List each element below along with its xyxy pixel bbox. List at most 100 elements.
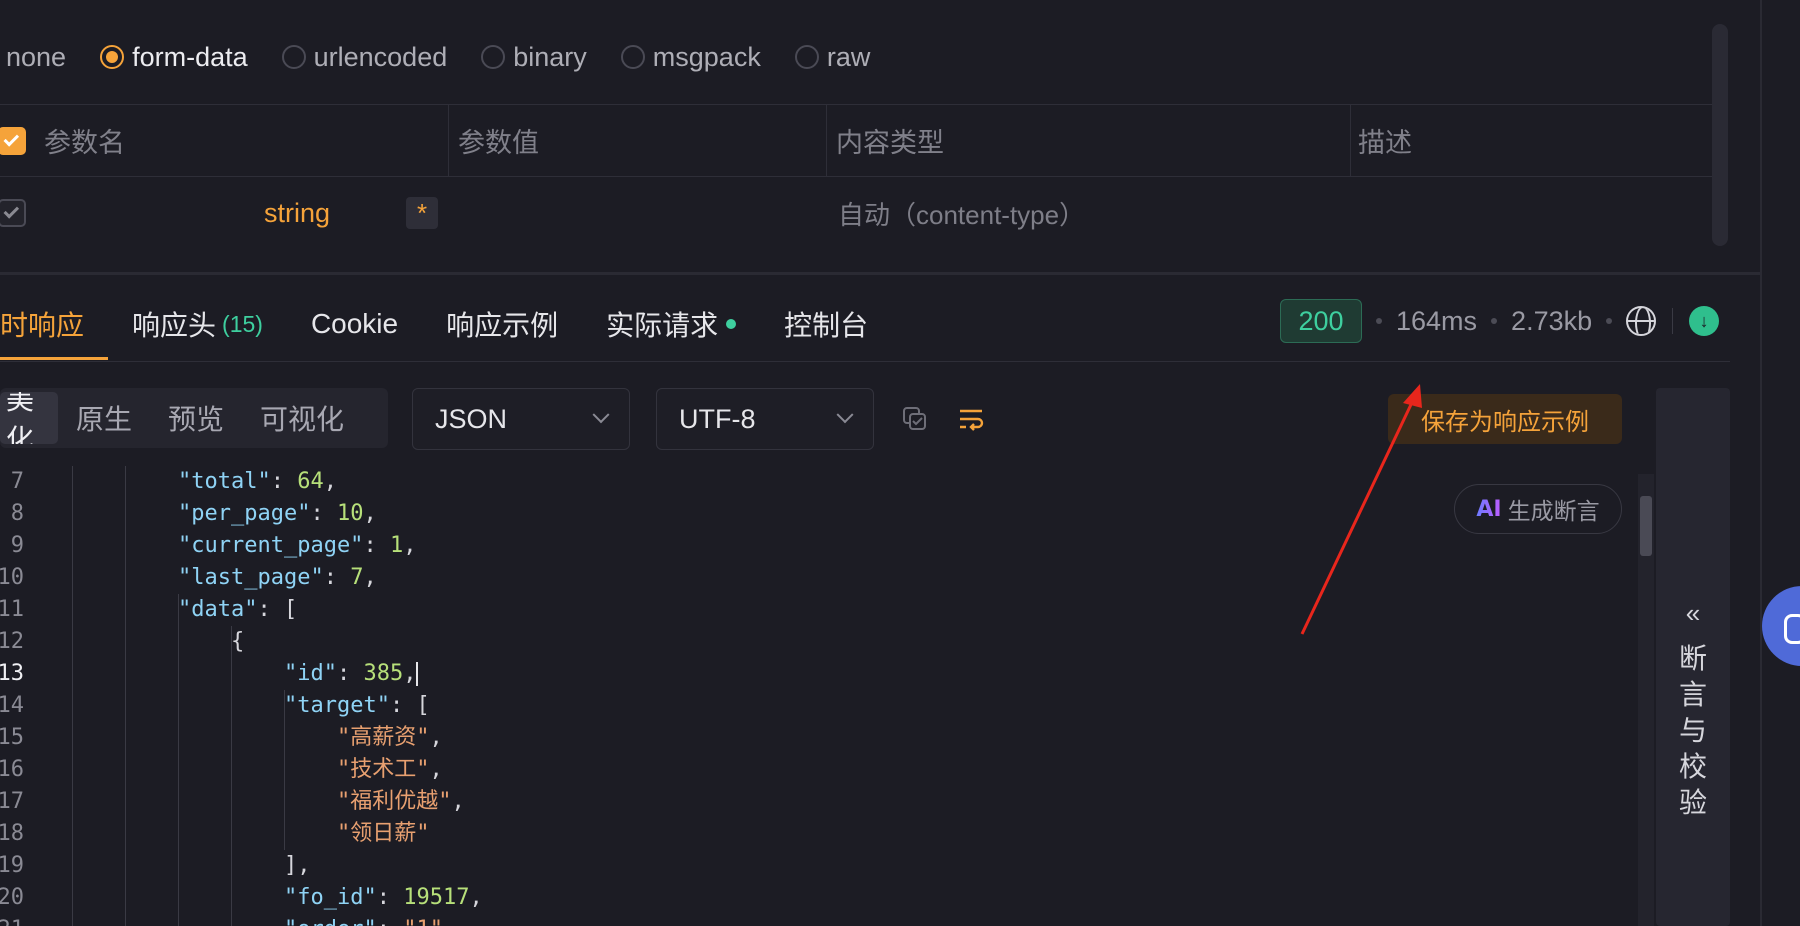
body-type-option-urlencoded[interactable]: urlencoded (281, 41, 448, 73)
format-select-value: JSON (435, 403, 508, 434)
line-number: 13 (0, 661, 24, 686)
line-number: 19 (0, 853, 24, 878)
download-icon[interactable]: ↓ (1689, 306, 1720, 336)
tab-1[interactable]: 响应头 (15) (108, 288, 287, 360)
radio-icon[interactable] (794, 45, 819, 69)
code-token: 385 (363, 661, 404, 686)
tab-5[interactable]: 控制台 (760, 288, 892, 360)
header-content-type: 内容类型 (836, 128, 944, 158)
assertion-label-char: 断 (1678, 643, 1707, 674)
collapse-icon: « (1685, 598, 1701, 628)
description-input[interactable] (1358, 183, 1698, 243)
code-line: 7 "total": 64, (0, 466, 1600, 498)
code-token: "高薪资" (337, 725, 430, 750)
radio-icon[interactable] (281, 45, 306, 69)
tab-3[interactable]: 响应示例 (422, 288, 582, 360)
body-type-label: raw (826, 41, 871, 72)
code-line: 8 "per_page": 10, (0, 498, 1600, 530)
code-text: "福利优越", (337, 786, 465, 818)
body-type-option-msgpack[interactable]: msgpack (620, 42, 761, 73)
tab-2[interactable]: Cookie (287, 288, 422, 360)
code-token: : (336, 661, 364, 686)
code-token: "total" (178, 469, 271, 494)
code-token: , (363, 501, 377, 526)
line-number: 21 (0, 914, 24, 926)
body-type-label: form-data (132, 41, 248, 72)
code-token: 1 (389, 533, 404, 558)
tab-label: Cookie (310, 308, 399, 339)
globe-icon[interactable] (1626, 306, 1657, 336)
body-type-option-binary[interactable]: binary (481, 42, 587, 73)
params-scrollbar[interactable] (1712, 24, 1728, 246)
code-token: "福利优越" (337, 789, 452, 814)
body-type-option-raw[interactable]: raw (794, 41, 871, 73)
encoding-select-value: UTF-8 (679, 403, 756, 434)
radio-icon[interactable] (100, 45, 125, 69)
view-mode-2[interactable]: 预览 (150, 392, 242, 444)
line-number: 11 (0, 597, 24, 622)
radio-icon[interactable] (620, 45, 645, 69)
code-token: , (469, 885, 483, 910)
response-body-code[interactable]: 7 "total": 64, 8 "per_page": 10, 9 "current_p… (0, 466, 1620, 926)
code-token: "领日薪" (337, 821, 430, 846)
tab-count-badge: (15) (222, 310, 263, 337)
content-type-input[interactable]: 自动（content-type） (838, 195, 1085, 232)
line-number: 9 (10, 533, 24, 558)
code-text: "total": 64, (178, 466, 337, 498)
code-token: , (429, 757, 443, 782)
code-text: "current_page": 1, (178, 530, 416, 562)
code-token: , (429, 725, 443, 750)
code-text: { (231, 626, 244, 658)
floating-assistant-button[interactable] (1762, 586, 1800, 666)
body-type-option-none[interactable]: none (6, 42, 66, 73)
assertion-panel-toggle[interactable]: « 断 言 与 校 验 (1656, 388, 1730, 926)
chevron-down-icon (836, 406, 854, 424)
code-token: , (403, 533, 417, 558)
view-mode-1[interactable]: 原生 (58, 392, 150, 444)
tab-0[interactable]: 时响应 (0, 288, 109, 360)
save-as-example-button[interactable]: 保存为响应示例 (1388, 394, 1622, 444)
panel-divider[interactable] (0, 272, 1762, 275)
body-type-option-form-data[interactable]: form-data (100, 42, 248, 73)
header-param-value: 参数值 (458, 128, 539, 158)
body-type-selector: none form-data urlencoded binary msgpack raw (0, 28, 904, 86)
encoding-select[interactable]: UTF-8 (656, 388, 874, 450)
view-mode-3[interactable]: 可视化 (242, 392, 362, 444)
code-token: , (363, 565, 377, 590)
select-all-checkbox[interactable] (0, 126, 26, 155)
code-token: ], (284, 853, 311, 878)
status-dot-icon (726, 319, 737, 329)
code-text: "技术工", (337, 754, 443, 786)
params-table-header: 参数名 参数值 内容类型 描述 (0, 105, 1712, 177)
code-token: : (377, 917, 404, 926)
response-time: 164ms (1396, 305, 1478, 336)
code-line: 13 "id": 385, (0, 658, 1600, 690)
param-row: string * 自动（content-type） (0, 177, 1712, 249)
code-line: 21 "order": "1" (0, 914, 1600, 926)
tab-label: 响应头 (132, 310, 217, 341)
response-size: 2.73kb (1511, 305, 1593, 336)
row-checkbox[interactable] (0, 199, 26, 227)
line-number: 14 (0, 693, 24, 718)
wrap-lines-icon[interactable] (958, 406, 984, 432)
code-token: "last_page" (178, 565, 324, 590)
view-mode-0[interactable]: 美化 (0, 392, 58, 444)
param-value-input[interactable] (458, 183, 818, 243)
body-type-label: urlencoded (313, 41, 448, 72)
radio-icon[interactable] (481, 45, 506, 69)
code-line: 18 "领日薪" (0, 818, 1600, 850)
code-token: , (323, 469, 337, 494)
copy-icon[interactable] (902, 406, 928, 432)
code-scrollbar-thumb[interactable] (1640, 496, 1652, 556)
response-status: 200 164ms 2.73kb ↓ (1280, 298, 1720, 344)
code-line: 9 "current_page": 1, (0, 530, 1600, 562)
code-token: : (376, 885, 404, 910)
assertion-label-char: 言 (1678, 679, 1707, 710)
code-token: { (231, 629, 245, 654)
params-table: 参数名 参数值 内容类型 描述 string * 自动（content-type… (0, 104, 1712, 248)
format-select[interactable]: JSON (412, 388, 630, 450)
required-toggle[interactable]: * (406, 197, 438, 229)
param-type-label[interactable]: string (264, 198, 330, 229)
assertion-label-char: 验 (1678, 787, 1707, 818)
tab-4[interactable]: 实际请求 (582, 288, 760, 360)
